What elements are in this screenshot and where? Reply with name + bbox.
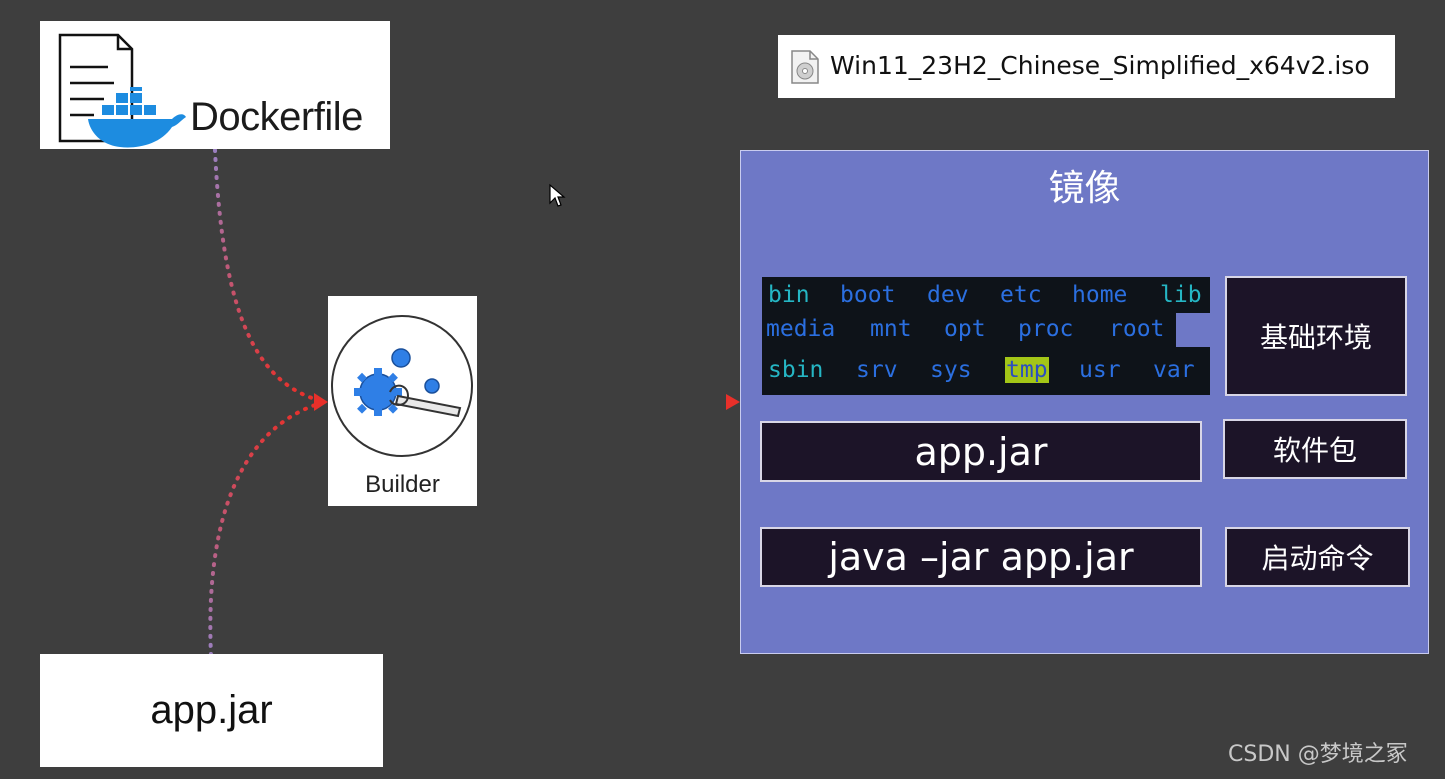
- dir-listing-row-1: bin boot dev etc home lib: [762, 277, 1210, 313]
- builder-gears-icon: [331, 315, 473, 457]
- dir-home: home: [1072, 282, 1128, 308]
- dir-var: var: [1153, 357, 1195, 383]
- watermark: CSDN @梦境之冢: [1228, 742, 1408, 767]
- dir-proc: proc: [1018, 316, 1074, 342]
- builder-arrowhead: [314, 393, 328, 411]
- builder-label: Builder: [365, 471, 440, 498]
- dockerfile-card: Dockerfile: [40, 21, 390, 149]
- mouse-cursor-icon: [549, 183, 566, 207]
- dir-root: root: [1109, 316, 1165, 342]
- start-command-box: java –jar app.jar: [760, 527, 1202, 587]
- dir-usr: usr: [1079, 357, 1121, 383]
- package-box: 软件包: [1223, 419, 1407, 479]
- dir-etc: etc: [1000, 282, 1042, 308]
- dockerfile-to-builder-arrow: [213, 148, 320, 402]
- image-panel-title: 镜像: [1048, 168, 1121, 209]
- base-env-box: 基础环境: [1225, 276, 1407, 396]
- dir-mnt: mnt: [870, 316, 912, 342]
- jar-to-builder-arrow: [208, 402, 320, 657]
- dir-srv: srv: [856, 357, 898, 383]
- dir-lib: lib: [1160, 282, 1202, 308]
- dir-sbin: sbin: [768, 357, 824, 383]
- dir-sys: sys: [930, 357, 972, 383]
- iso-file-bar: Win11_23H2_Chinese_Simplified_x64v2.iso: [778, 35, 1395, 98]
- dir-listing-row-2: media mnt opt proc root: [762, 313, 1176, 347]
- source-jar-card: app.jar: [40, 654, 383, 767]
- dockerfile-label: Dockerfile: [190, 95, 363, 139]
- dir-boot: boot: [840, 282, 896, 308]
- image-jar-box: app.jar: [760, 421, 1202, 482]
- iso-file-name: Win11_23H2_Chinese_Simplified_x64v2.iso: [830, 51, 1370, 80]
- dir-dev: dev: [927, 282, 969, 308]
- disc-file-icon: [791, 50, 819, 84]
- start-command-label-box: 启动命令: [1225, 527, 1410, 587]
- dir-tmp: tmp: [1005, 357, 1049, 383]
- dir-media: media: [766, 316, 836, 342]
- image-panel: 镜像 bin boot dev etc home lib media mnt o…: [740, 150, 1429, 654]
- image-arrowhead: [726, 394, 740, 410]
- dir-bin: bin: [768, 282, 810, 308]
- builder-card: Builder: [328, 296, 477, 506]
- docker-whale-icon: [88, 87, 186, 148]
- source-jar-label: app.jar: [150, 688, 273, 732]
- dir-opt: opt: [944, 316, 986, 342]
- dir-listing-row-3: sbin srv sys tmp usr var: [762, 347, 1210, 395]
